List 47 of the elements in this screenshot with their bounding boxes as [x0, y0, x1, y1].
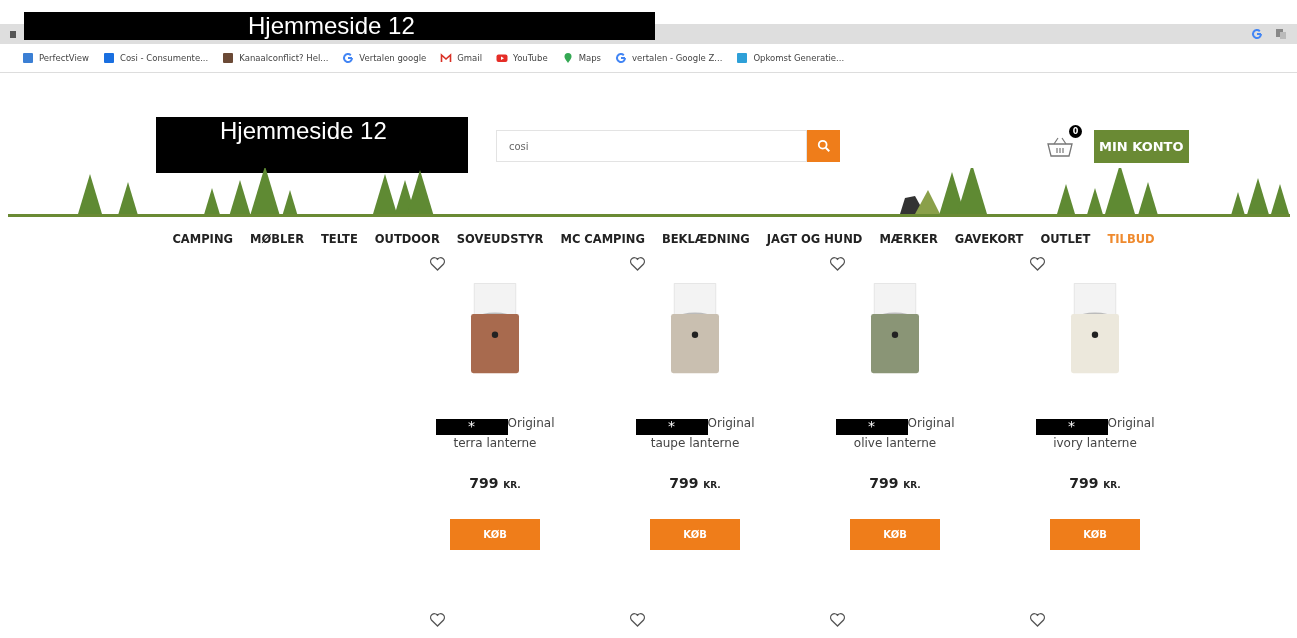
- heart-icon[interactable]: [829, 612, 846, 627]
- product-title[interactable]: * Original terra lanterne: [435, 411, 555, 451]
- product-title[interactable]: * Original taupe lanterne: [635, 411, 755, 451]
- nav-link[interactable]: BEKLÆDNING: [661, 232, 750, 250]
- lock-icon: [10, 30, 16, 38]
- heart-icon[interactable]: [629, 256, 646, 271]
- bookmark-link[interactable]: Opkomst Generatie...: [736, 52, 845, 64]
- bookmark-link[interactable]: PerfectView: [22, 52, 89, 64]
- nav-link[interactable]: TELTE: [321, 232, 358, 250]
- heart-icon[interactable]: [429, 612, 446, 627]
- heart-icon[interactable]: [829, 256, 846, 271]
- nav-link[interactable]: GAVEKORT: [954, 232, 1024, 250]
- heart-icon[interactable]: [429, 256, 446, 271]
- nav-link[interactable]: MØBLER: [249, 232, 304, 250]
- nav-link[interactable]: CAMPING: [172, 232, 233, 250]
- bookmark-link[interactable]: YouTube: [496, 52, 548, 64]
- nav-link[interactable]: JAGT OG HUND: [766, 232, 863, 250]
- search-field[interactable]: cosi: [496, 130, 807, 162]
- translate-icon[interactable]: [1275, 28, 1287, 40]
- heart-icon[interactable]: [629, 612, 646, 627]
- cart-count-badge: 0: [1069, 124, 1082, 138]
- bookmark-link[interactable]: Cosi - Consumente...: [102, 52, 209, 64]
- product-price: 799 KR.: [869, 475, 921, 491]
- nav-link[interactable]: OUTDOOR: [374, 232, 440, 250]
- heart-icon[interactable]: [1029, 256, 1046, 271]
- basket-icon[interactable]: [1046, 135, 1074, 158]
- product-price: 799 KR.: [1069, 475, 1121, 491]
- product-price: 799 KR.: [669, 475, 721, 491]
- bookmark-link[interactable]: Kanaalconflict? Hel...: [222, 52, 329, 64]
- site-logo[interactable]: Hjemmeside 12: [156, 117, 468, 173]
- product-price: 799 KR.: [469, 475, 521, 491]
- google-icon[interactable]: [1251, 28, 1263, 40]
- account-button[interactable]: MIN KONTO: [1094, 130, 1189, 163]
- bookmark-link[interactable]: vertalen - Google Z...: [615, 52, 723, 64]
- search-button[interactable]: [807, 130, 840, 162]
- product-title[interactable]: * Original olive lanterne: [835, 411, 955, 451]
- nav-link[interactable]: MC CAMPING: [560, 232, 645, 250]
- nav-link[interactable]: OUTLET: [1040, 232, 1091, 250]
- window-title: Hjemmeside 12: [24, 12, 655, 40]
- nav-link[interactable]: SOVEUDSTYR: [456, 232, 544, 250]
- search-icon: [816, 139, 831, 153]
- nav-link[interactable]: MÆRKER: [879, 232, 938, 250]
- bookmark-link[interactable]: Maps: [561, 52, 601, 64]
- bookmark-link[interactable]: Gmail: [440, 52, 483, 64]
- heart-icon[interactable]: [1029, 612, 1046, 627]
- bookmark-link[interactable]: Vertalen google: [342, 52, 427, 64]
- product-title[interactable]: * Original ivory lanterne: [1035, 411, 1155, 451]
